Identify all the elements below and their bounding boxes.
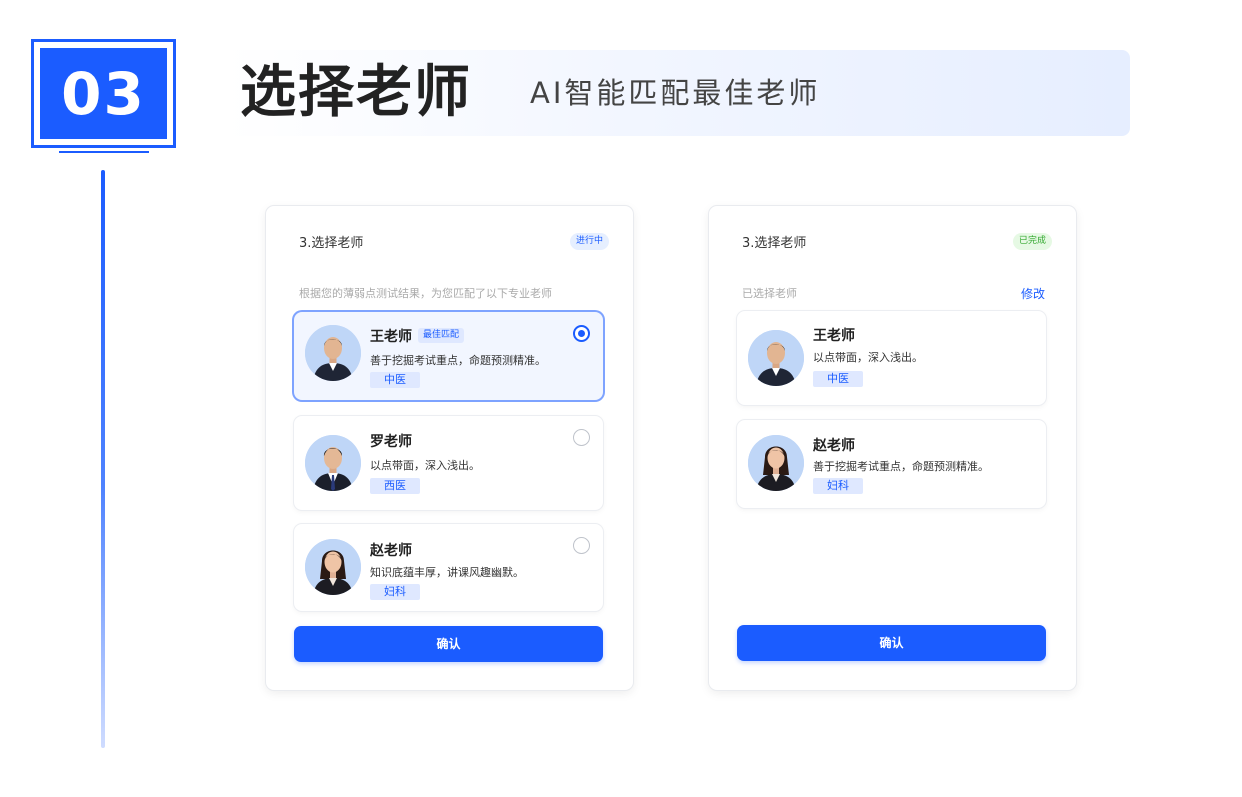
best-match-badge: 最佳匹配	[418, 328, 465, 343]
subject-tag: 中医	[370, 372, 420, 388]
step-badge-underline	[59, 151, 149, 153]
radio-unselected-icon[interactable]	[573, 537, 590, 554]
step-badge: 03	[31, 39, 176, 148]
panel-title: 3.选择老师	[742, 236, 807, 251]
teacher-description: 以点带面，深入浅出。	[370, 459, 480, 472]
male-teacher-avatar	[305, 325, 361, 381]
section-title: 选择老师	[240, 60, 472, 125]
male-teacher-avatar	[748, 330, 804, 386]
radio-selected-icon[interactable]	[573, 325, 590, 342]
selected-teacher-card: 王老师 以点带面，深入浅出。 中医	[737, 311, 1046, 405]
teacher-card-zhao[interactable]: 赵老师 知识底蕴丰厚，讲课风趣幽默。 妇科	[294, 524, 603, 611]
modify-link[interactable]: 修改	[1021, 285, 1045, 302]
teacher-card-luo[interactable]: 罗老师 以点带面，深入浅出。 西医	[294, 416, 603, 510]
teacher-name: 罗老师	[370, 434, 412, 450]
radio-unselected-icon[interactable]	[573, 429, 590, 446]
confirm-button[interactable]: 确认	[294, 626, 603, 662]
teacher-name: 王老师	[370, 329, 412, 345]
selected-label: 已选择老师	[742, 287, 797, 300]
section-subtitle: AI智能匹配最佳老师	[530, 76, 821, 110]
teacher-select-panel: 3.选择老师 进行中 根据您的薄弱点测试结果，为您匹配了以下专业老师 王老师 最…	[266, 206, 633, 690]
step-number: 03	[61, 59, 146, 128]
match-hint: 根据您的薄弱点测试结果，为您匹配了以下专业老师	[299, 287, 552, 300]
status-badge: 进行中	[569, 233, 609, 250]
subject-tag: 妇科	[813, 478, 863, 494]
subject-tag: 妇科	[370, 584, 420, 600]
teacher-description: 善于挖掘考试重点，命题预测精准。	[370, 354, 546, 367]
teacher-description: 善于挖掘考试重点，命题预测精准。	[813, 460, 989, 473]
teacher-name: 赵老师	[370, 543, 412, 559]
panel-title: 3.选择老师	[299, 236, 364, 251]
female-teacher-avatar	[748, 435, 804, 491]
slide: 03 选择老师 AI智能匹配最佳老师 3.选择老师 进行中 根据您的薄弱点测试结…	[0, 0, 1242, 797]
teacher-description: 知识底蕴丰厚，讲课风趣幽默。	[370, 566, 524, 579]
male-teacher-avatar	[305, 435, 361, 491]
step-badge-fill: 03	[40, 48, 167, 139]
subject-tag: 中医	[813, 371, 863, 387]
teacher-name: 赵老师	[813, 438, 855, 454]
teacher-card-wang[interactable]: 王老师 最佳匹配 善于挖掘考试重点，命题预测精准。 中医	[294, 312, 603, 400]
section-header: 选择老师 AI智能匹配最佳老师	[225, 50, 1130, 136]
teacher-name: 王老师	[813, 328, 855, 344]
confirm-button[interactable]: 确认	[737, 625, 1046, 661]
teacher-description: 以点带面，深入浅出。	[813, 351, 923, 364]
female-teacher-avatar	[305, 539, 361, 595]
status-badge: 已完成	[1012, 233, 1052, 250]
subject-tag: 西医	[370, 478, 420, 494]
selected-teacher-card: 赵老师 善于挖掘考试重点，命题预测精准。 妇科	[737, 420, 1046, 508]
timeline-line	[101, 170, 105, 748]
teacher-selected-panel: 3.选择老师 已完成 已选择老师 修改 王老师 以点带面，深入浅出。 中医 赵老…	[709, 206, 1076, 690]
